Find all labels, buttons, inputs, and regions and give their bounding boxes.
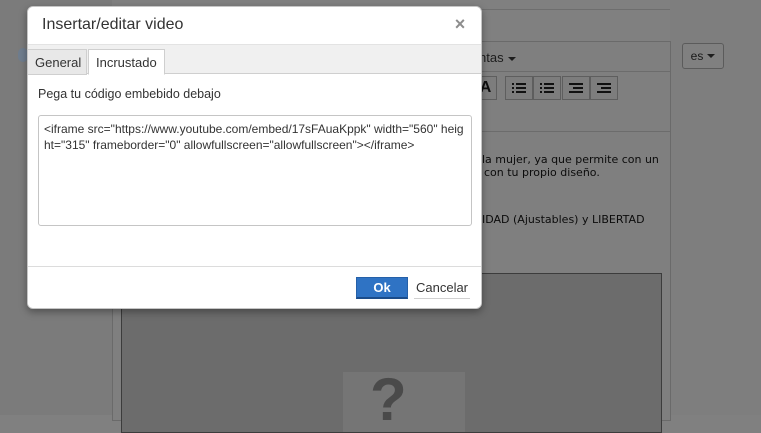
language-dropdown[interactable]: es: [682, 43, 724, 69]
insert-video-dialog: Insertar/editar video × General Incrusta…: [27, 6, 482, 309]
tab-general[interactable]: General: [28, 49, 87, 75]
close-icon[interactable]: ×: [453, 15, 467, 33]
chevron-down-icon: [707, 54, 716, 58]
bullet-list-button[interactable]: [505, 76, 533, 100]
embed-code-label: Pega tu código embebido debajo: [38, 87, 221, 101]
content-text-line: con tu propio diseño.: [484, 166, 600, 179]
language-label: es: [690, 49, 704, 63]
chevron-down-icon: [507, 56, 516, 61]
menu-fonts-label: ntas: [479, 50, 504, 65]
dialog-tabs: General Incrustado: [28, 45, 481, 75]
numbered-list-button[interactable]: [533, 76, 561, 100]
content-text-line: la mujer, ya que permite con un: [482, 153, 659, 166]
question-mark-icon: ?: [370, 366, 407, 433]
cancel-button[interactable]: Cancelar: [414, 277, 470, 299]
outdent-icon: [569, 82, 583, 94]
dialog-title: Insertar/editar video: [42, 16, 184, 33]
embed-panel: Pega tu código embebido debajo <iframe s…: [28, 74, 481, 266]
dialog-header: Insertar/editar video ×: [28, 7, 481, 45]
tab-general-label: General: [35, 54, 82, 70]
embed-code-textarea[interactable]: <iframe src="https://www.youtube.com/emb…: [38, 115, 472, 226]
bullet-list-icon: [512, 82, 526, 94]
outdent-button[interactable]: [562, 76, 590, 100]
indent-button[interactable]: [590, 76, 618, 100]
dialog-footer: Ok Cancelar: [28, 266, 481, 308]
ok-button[interactable]: Ok: [356, 277, 408, 299]
indent-icon: [597, 82, 611, 94]
tab-embed[interactable]: Incrustado: [88, 49, 165, 75]
menu-fonts[interactable]: ntas: [479, 50, 516, 65]
content-text-line: IDAD (Ajustables) y LIBERTAD: [482, 213, 645, 226]
tab-embed-label: Incrustado: [96, 54, 157, 70]
numbered-list-icon: [540, 82, 554, 94]
